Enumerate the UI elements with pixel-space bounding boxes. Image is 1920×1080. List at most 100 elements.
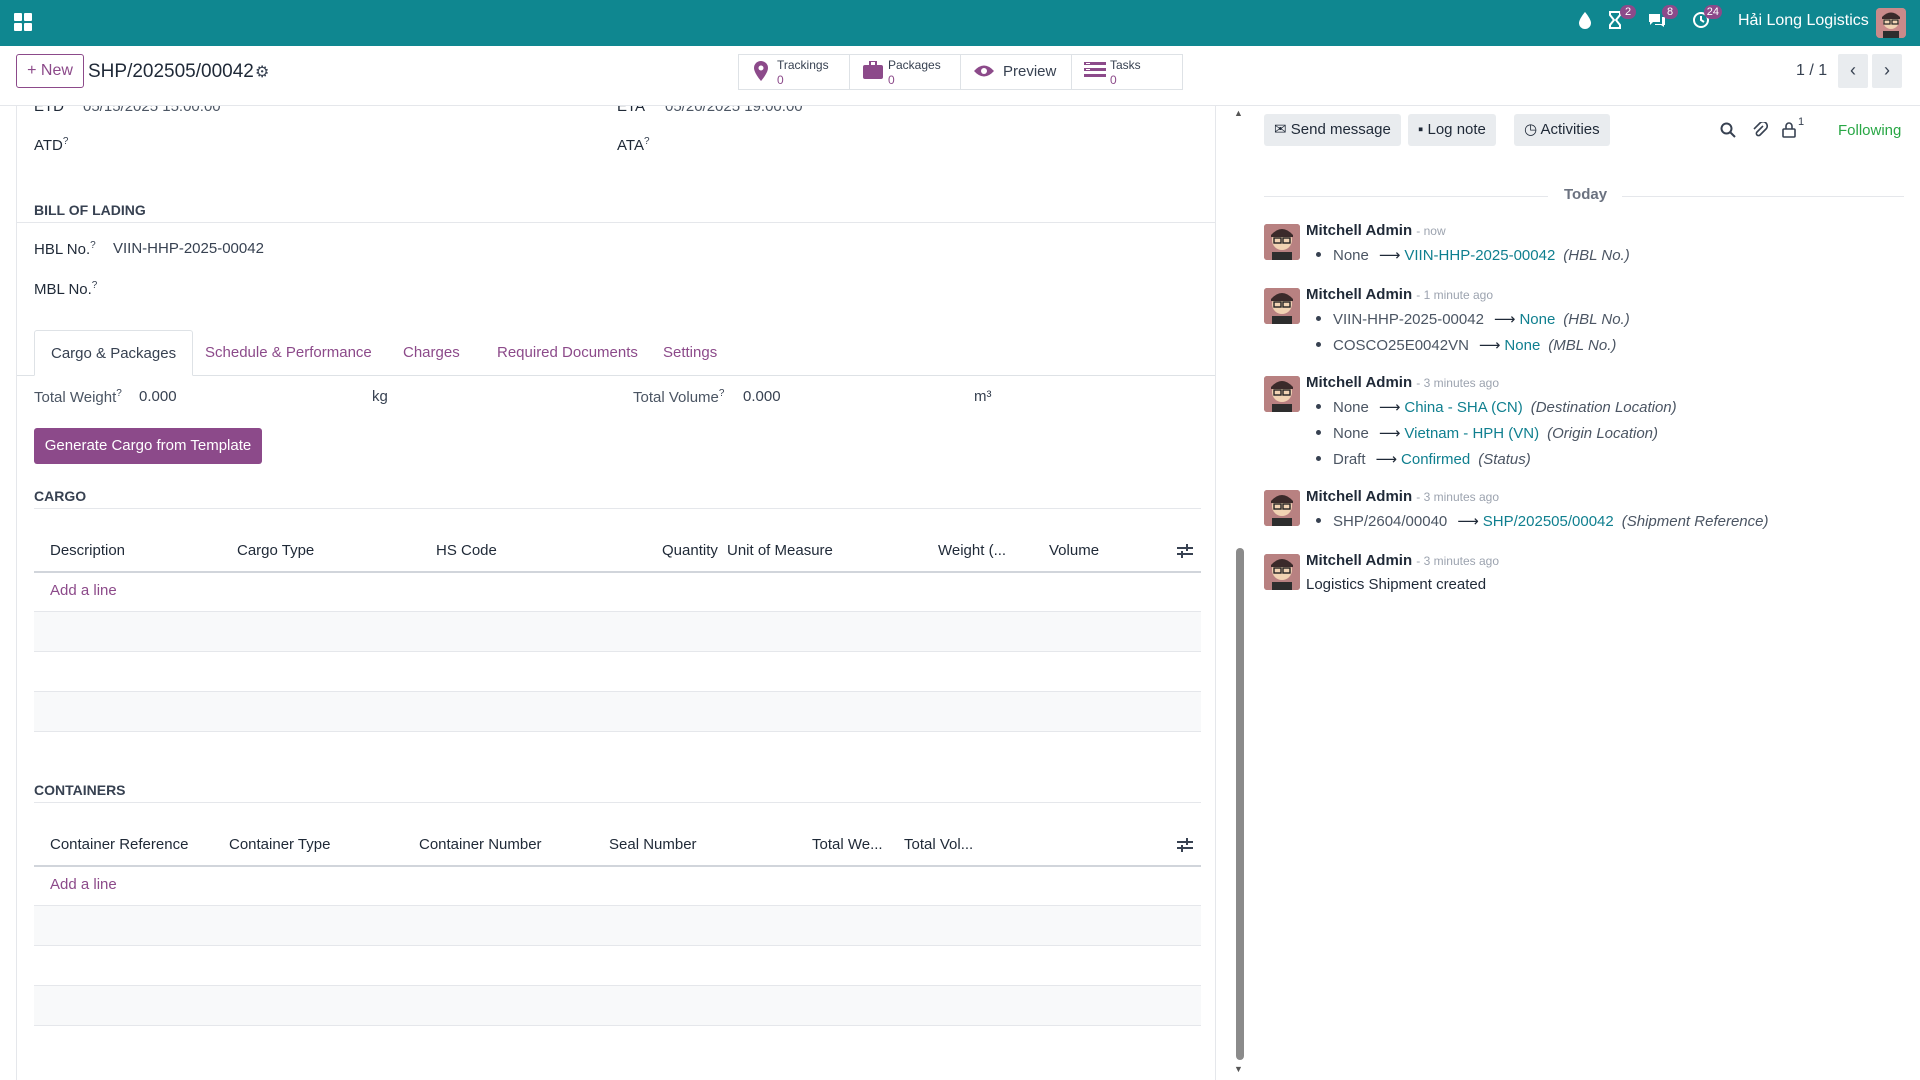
followers-lock-icon[interactable]: 1 [1782,116,1804,142]
table-header-rule [34,571,1201,573]
chat-bubbles-icon[interactable]: 8 [1646,5,1678,33]
tracking-change: SHP/2604/00040 ⟶ SHP/202505/00042 (Shipment… [1316,512,1768,530]
avatar[interactable] [1264,490,1300,526]
cargo-col-hs-code[interactable]: HS Code [436,542,497,559]
section-divider [34,802,1201,803]
containers-col-seal-number[interactable]: Seal Number [609,836,697,853]
tracking-change: COSCO25E0042VN ⟶ None (MBL No.) [1316,336,1616,354]
cargo-col-unit-of-measure[interactable]: Unit of Measure [727,542,833,559]
containers-col-number[interactable]: Container Number [419,836,542,853]
ata-label: ATA? [617,136,650,154]
message-author: Mitchell Admin - 3 minutes ago [1306,488,1500,505]
tab-cargo-packages[interactable]: Cargo & Packages [34,330,194,376]
tracking-change: None ⟶ VIIN-HHP-2025-00042 (HBL No.) [1316,246,1630,264]
envelope-icon: ✉ [1274,121,1287,138]
tracking-change: VIIN-HHP-2025-00042 ⟶ None (HBL No.) [1316,310,1630,328]
total-volume-field[interactable]: 0.000 [743,388,781,405]
cargo-add-line[interactable]: Add a line [50,582,117,599]
containers-col-reference[interactable]: Container Reference [50,836,188,853]
avatar[interactable] [1264,288,1300,324]
tasks-count: 0 [1110,73,1117,87]
table-row [34,906,1201,946]
trackings-smart-button[interactable]: Trackings 0 [738,54,850,90]
hbl-field[interactable]: VIIN-HHP-2025-00042 [113,240,264,257]
etd-value[interactable]: 05/15/2025 15:00:00 [83,106,221,115]
clock-icon[interactable]: 24 [1690,5,1722,33]
scroll-up-arrow-icon[interactable]: ▲ [1234,108,1243,118]
column-settings-icon[interactable] [1177,838,1193,852]
table-row [34,986,1201,1026]
plus-icon: + [27,62,37,79]
water-drop-icon[interactable] [1574,11,1596,33]
cargo-col-volume[interactable]: Volume [1049,542,1099,559]
containers-col-total-weight[interactable]: Total We... [812,836,883,853]
tasks-smart-button[interactable]: Tasks 0 [1071,54,1183,90]
user-avatar[interactable] [1876,8,1906,38]
atd-label: ATD? [34,136,69,154]
followers-count: 1 [1798,116,1805,128]
cargo-col-description[interactable]: Description [50,542,125,559]
cargo-title: CARGO [34,488,87,504]
containers-col-type[interactable]: Container Type [229,836,330,853]
cargo-col-cargo-type[interactable]: Cargo Type [237,542,314,559]
search-icon[interactable] [1720,122,1736,142]
trackings-label: Trackings [777,58,829,72]
activities-button[interactable]: ◷ Activities [1514,114,1610,146]
scrollbar-thumb[interactable] [1236,548,1244,1060]
containers-title: CONTAINERS [34,782,126,798]
date-separator [1622,196,1904,197]
scroll-down-arrow-icon[interactable]: ▼ [1234,1064,1243,1074]
containers-col-total-volume[interactable]: Total Vol... [904,836,973,853]
cargo-col-weight[interactable]: Weight (... [938,542,1006,559]
following-button[interactable]: Following [1838,122,1901,139]
tab-charges[interactable]: Charges [387,330,476,376]
paperclip-icon[interactable] [1752,120,1769,142]
tasks-label: Tasks [1110,58,1141,72]
send-message-button[interactable]: ✉ Send message [1264,114,1401,146]
cargo-col-quantity[interactable]: Quantity [662,542,718,559]
containers-add-line[interactable]: Add a line [50,876,117,893]
avatar[interactable] [1264,376,1300,412]
generate-cargo-button[interactable]: Generate Cargo from Template [34,428,262,464]
preview-smart-button[interactable]: Preview [960,54,1072,90]
control-panel: + New SHP/202505/00042 ⚙ Trackings 0 Pac… [0,46,1920,106]
send-message-label: Send message [1290,121,1391,138]
apps-menu-icon[interactable] [14,13,32,31]
clock-icon: ◷ [1524,121,1538,138]
total-weight-field[interactable]: 0.000 [139,388,177,405]
preview-label: Preview [1003,63,1057,80]
gear-icon[interactable]: ⚙ [255,62,269,82]
log-note-button[interactable]: ▪ Log note [1408,114,1496,146]
packages-count: 0 [888,73,895,87]
table-row [34,612,1201,652]
hbl-label: HBL No.? [34,240,96,258]
clock-badge: 24 [1703,5,1722,19]
tracking-change: None ⟶ China - SHA (CN) (Destination Locati… [1316,398,1677,416]
new-button-label: New [40,62,73,79]
mbl-label: MBL No.? [34,280,98,298]
tracking-change: None ⟶ Vietnam - HPH (VN) (Origin Location) [1316,424,1658,442]
eye-icon [973,61,994,83]
trackings-count: 0 [777,73,784,87]
message-author: Mitchell Admin - 3 minutes ago [1306,374,1500,391]
pager-previous-button[interactable]: ‹ [1838,54,1868,88]
hourglass-icon[interactable]: 2 [1604,5,1636,33]
message-body: Logistics Shipment created [1306,576,1487,593]
record-breadcrumb: SHP/202505/00042 [88,61,254,82]
company-switcher[interactable]: Hải Long Logistics [1738,12,1869,30]
eta-value[interactable]: 05/20/2025 19:00:00 [665,106,803,115]
new-button[interactable]: + New [16,54,84,88]
tab-settings[interactable]: Settings [647,330,733,376]
column-settings-icon[interactable] [1177,544,1193,558]
message-author: Mitchell Admin - now [1306,222,1446,239]
table-row [34,945,1201,946]
tab-required-documents[interactable]: Required Documents [481,330,654,376]
top-navbar: 2 8 24 Hải Long Logistics [0,0,1920,46]
packages-smart-button[interactable]: Packages 0 [849,54,961,90]
avatar[interactable] [1264,554,1300,590]
pager-next-button[interactable]: › [1872,54,1902,88]
avatar[interactable] [1264,224,1300,260]
messages-badge: 8 [1662,5,1678,19]
pager-value[interactable]: 1 / 1 [1796,62,1827,80]
tab-schedule-performance[interactable]: Schedule & Performance [189,330,388,376]
